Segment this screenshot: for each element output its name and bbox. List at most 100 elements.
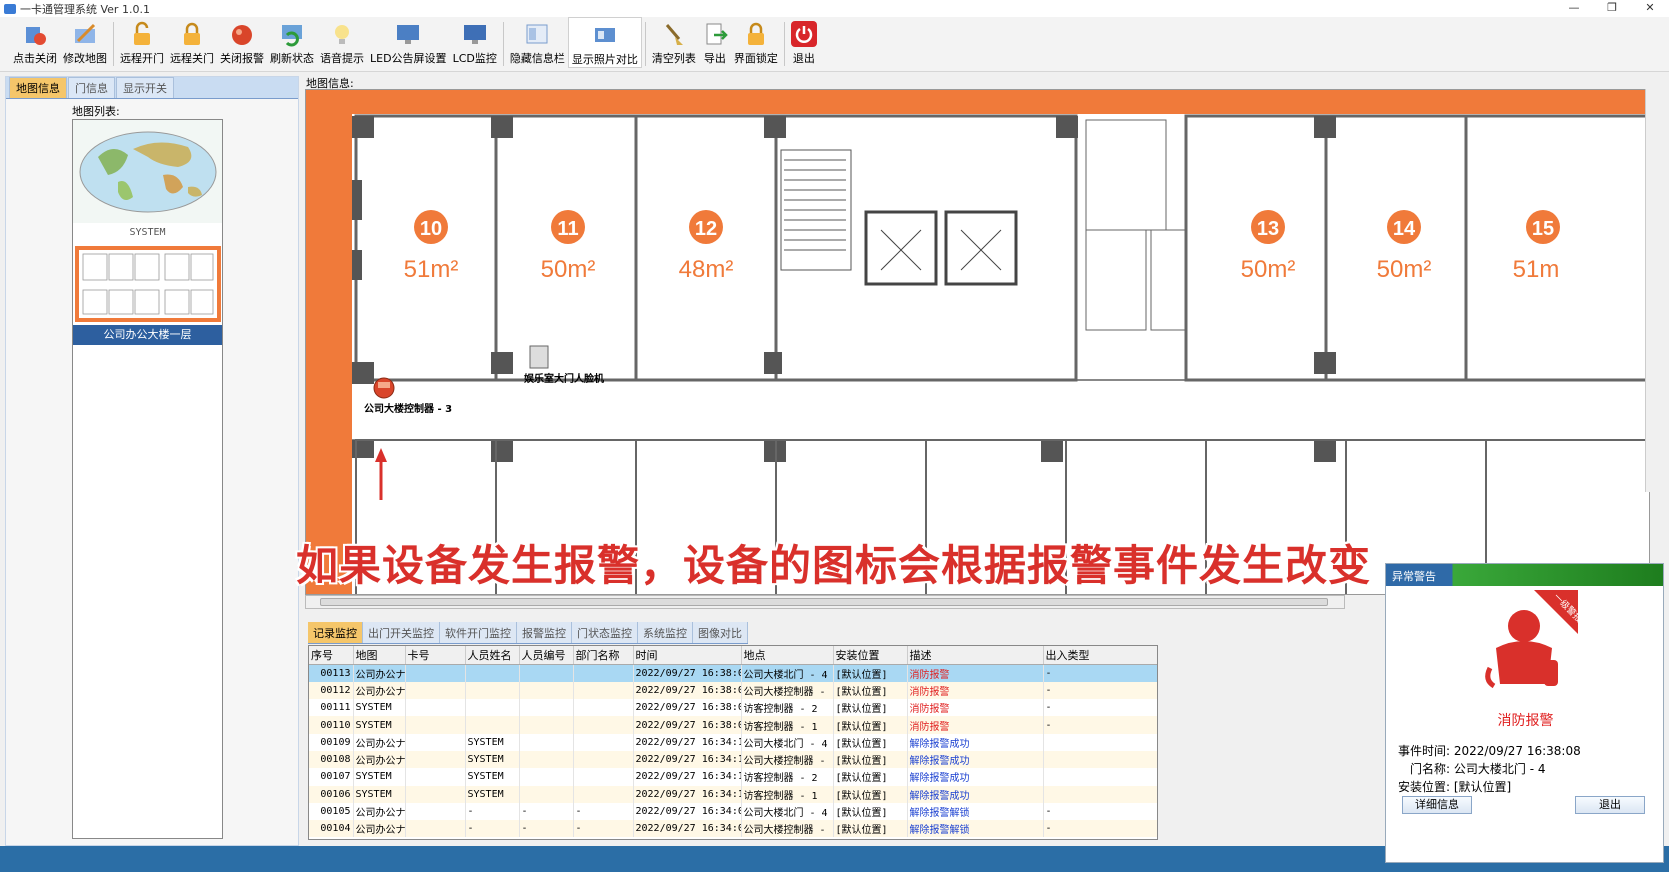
table-cell: [默认位置] [833, 716, 908, 734]
alarm-popup: 异常警告 一级警报 消防报警 事件时间: 2022/09/27 16:38:08… [1385, 563, 1664, 863]
map-name-office[interactable]: 公司办公大楼一层 [73, 325, 222, 345]
table-cell [519, 785, 574, 803]
table-cell [405, 699, 466, 717]
table-cell: 公司大楼北门 - 4 [741, 733, 834, 751]
column-header[interactable]: 序号 [309, 646, 354, 665]
column-header[interactable]: 部门名称 [573, 646, 634, 665]
table-cell: SYSTEM [353, 768, 406, 786]
column-header[interactable]: 安装位置 [833, 646, 908, 665]
floor-map-view[interactable]: 10 51m² 11 50m² 12 48m² 13 50m² 14 50m² … [305, 89, 1650, 595]
column-header[interactable]: 描述 [907, 646, 1044, 665]
lcd-monitor-button[interactable]: LCD监控 [450, 17, 500, 66]
tab-system-monitor[interactable]: 系统监控 [638, 622, 693, 643]
table-row[interactable]: 00105 公司办公ナ - - -2022/09/27 16:34:06 公司大楼北门 -… [309, 802, 1157, 821]
table-cell: 2022/09/27 16:34:14 [633, 750, 742, 769]
tab-map-info[interactable]: 地图信息 [9, 77, 67, 98]
table-row[interactable]: 00110 SYSTEM 2022/09/27 16:38:08 访客控制器 - 1[… [309, 716, 1157, 734]
tutorial-caption: 如果设备发生报警，设备的图标会根据报警事件发生改变 [296, 541, 1372, 590]
map-name-system[interactable]: SYSTEM [73, 223, 222, 243]
map-list[interactable]: SYSTEM 公司办公大楼一层 [72, 119, 223, 839]
lock-ui-button[interactable]: 界面锁定 [731, 17, 781, 66]
table-cell: 2022/09/27 16:34:14 [633, 733, 742, 751]
minimize-icon[interactable]: — [1555, 0, 1593, 17]
face-terminal-device-icon [529, 345, 549, 369]
door-close-icon [22, 21, 48, 47]
refresh-status-button[interactable]: 刷新状态 [267, 17, 317, 66]
tab-display-switch[interactable]: 显示开关 [116, 77, 174, 98]
column-header[interactable]: 卡号 [405, 646, 466, 665]
table-cell: SYSTEM [465, 733, 520, 751]
table-cell: - [465, 820, 520, 838]
table-cell: 2022/09/27 16:38:08 [633, 699, 742, 717]
column-header[interactable]: 地图 [353, 646, 406, 665]
table-cell [405, 716, 466, 734]
map-horizontal-scrollbar[interactable] [305, 595, 1345, 609]
column-header[interactable]: 出入类型 [1043, 646, 1157, 665]
table-row[interactable]: 00104 公司办公ナ - - -2022/09/27 16:34:06 公司大楼控制器 … [309, 820, 1157, 838]
map-thumb-system[interactable] [73, 120, 222, 223]
export-button[interactable]: 导出 [699, 17, 731, 66]
clear-list-button[interactable]: 清空列表 [649, 17, 699, 66]
restore-icon[interactable]: ❐ [1593, 0, 1631, 17]
show-photo-compare-button[interactable]: 显示照片对比 [567, 17, 642, 68]
map-thumb-office[interactable] [73, 243, 222, 325]
table-cell: 00113 [309, 664, 354, 682]
remote-close-button[interactable]: 远程关门 [167, 17, 217, 66]
alarm-popup-header: 异常警告 [1386, 564, 1663, 586]
table-cell [465, 664, 520, 682]
tab-exit-switch-monitor[interactable]: 出门开关监控 [363, 622, 440, 643]
table-row[interactable]: 00108 公司办公ナ SYSTEM 2022/09/27 16:34:14 公司大楼控… [309, 750, 1157, 769]
table-cell: 公司大楼控制器 - [741, 750, 834, 769]
table-row[interactable]: 00107 SYSTEM SYSTEM 2022/09/27 16:34:14 访客控制… [309, 768, 1157, 786]
refresh-icon [279, 21, 305, 47]
unlock-icon [129, 21, 155, 47]
tab-door-status-monitor[interactable]: 门状态监控 [572, 622, 638, 643]
world-map-thumbnail [79, 131, 216, 212]
table-cell: [默认位置] [833, 750, 908, 769]
table-row[interactable]: 00111 SYSTEM 2022/09/27 16:38:08 访客控制器 - 2[… [309, 699, 1157, 717]
table-cell: [默认位置] [833, 785, 908, 803]
table-cell: [默认位置] [833, 733, 908, 751]
toolbar-separator [502, 22, 504, 66]
detail-info-button[interactable]: 详细信息 [1402, 796, 1472, 814]
table-cell [405, 733, 466, 751]
tab-door-info[interactable]: 门信息 [68, 77, 115, 98]
column-header[interactable]: 人员姓名 [465, 646, 520, 665]
table-row[interactable]: 00112 公司办公ナ 2022/09/27 16:38:08 公司大楼控制器 - [默… [309, 681, 1157, 700]
table-cell [1043, 785, 1157, 803]
remote-open-button[interactable]: 远程开门 [117, 17, 167, 66]
table-cell: 00107 [309, 768, 354, 786]
led-screen-button[interactable]: LED公告屏设置 [367, 17, 450, 66]
map-vertical-scrollbar[interactable] [1645, 89, 1659, 492]
table-row[interactable]: 00109 公司办公ナ SYSTEM 2022/09/27 16:34:14 公司大楼北… [309, 733, 1157, 751]
tab-record-monitor[interactable]: 记录监控 [308, 622, 363, 643]
table-cell: 解除报警成功 [907, 750, 1044, 769]
table-row[interactable]: 00113 公司办公ナ 2022/09/27 16:38:08 公司大楼北门 - 4[… [309, 664, 1157, 682]
table-cell: - [465, 802, 520, 821]
records-table[interactable]: 序号 地图 卡号 人员姓名 人员编号 部门名称 时间 地点 安装位置 描述 出入类型 00113 公司… [308, 645, 1158, 840]
table-cell [519, 716, 574, 734]
voice-prompt-button[interactable]: 语音提示 [317, 17, 367, 66]
column-header[interactable]: 地点 [741, 646, 834, 665]
tab-software-open-monitor[interactable]: 软件开门监控 [440, 622, 517, 643]
tab-image-compare[interactable]: 图像对比 [693, 622, 748, 643]
edit-map-button[interactable]: 修改地图 [60, 17, 110, 66]
table-cell [405, 664, 466, 682]
table-cell: 00104 [309, 820, 354, 838]
scroll-thumb[interactable] [320, 598, 1328, 606]
close-icon[interactable]: ✕ [1631, 0, 1669, 17]
column-header[interactable]: 人员编号 [519, 646, 574, 665]
table-cell: 解除报警成功 [907, 768, 1044, 786]
event-time-label: 事件时间: [1398, 744, 1451, 758]
tab-alarm-monitor[interactable]: 报警监控 [517, 622, 572, 643]
column-header[interactable]: 时间 [633, 646, 742, 665]
app-icon [4, 3, 16, 14]
table-cell: 00110 [309, 716, 354, 734]
table-row[interactable]: 00106 SYSTEM SYSTEM 2022/09/27 16:34:14 访客控制… [309, 785, 1157, 803]
alarm-exit-button[interactable]: 退出 [1575, 796, 1645, 814]
close-door-button[interactable]: 点击关闭 [10, 17, 60, 66]
close-alarm-button[interactable]: 关闭报警 [217, 17, 267, 66]
hide-infobar-button[interactable]: 隐藏信息栏 [507, 17, 568, 66]
exit-button[interactable]: 退出 [788, 17, 820, 66]
toolbar-separator [113, 22, 114, 66]
